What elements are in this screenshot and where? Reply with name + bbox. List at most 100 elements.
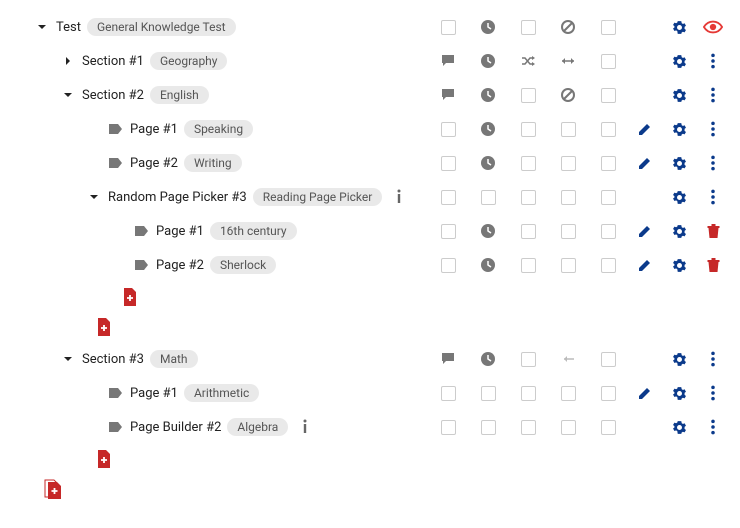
status-checkbox[interactable] <box>601 122 616 137</box>
status-checkbox[interactable] <box>601 224 616 239</box>
settings-button[interactable] <box>671 19 688 36</box>
settings-button[interactable] <box>671 351 688 368</box>
settings-button[interactable] <box>671 385 688 402</box>
double-arrow-icon[interactable] <box>559 55 577 67</box>
status-checkbox[interactable] <box>441 190 456 205</box>
node-chip[interactable]: General Knowledge Test <box>87 18 236 36</box>
shuffle-icon[interactable] <box>520 53 536 69</box>
edit-button[interactable] <box>637 223 653 239</box>
settings-button[interactable] <box>671 419 688 436</box>
status-checkbox[interactable] <box>521 122 536 137</box>
node-label[interactable]: Page #1 <box>156 224 204 239</box>
ban-icon[interactable] <box>560 87 576 103</box>
settings-button[interactable] <box>671 87 688 104</box>
status-checkbox[interactable] <box>561 258 576 273</box>
status-checkbox[interactable] <box>441 224 456 239</box>
node-label[interactable]: Page #1 <box>130 386 178 401</box>
status-checkbox[interactable] <box>521 352 536 367</box>
delete-button[interactable] <box>706 257 721 273</box>
left-arrow-icon[interactable] <box>559 353 577 365</box>
edit-button[interactable] <box>637 155 653 171</box>
status-checkbox[interactable] <box>521 20 536 35</box>
more-button[interactable] <box>706 87 720 103</box>
collapse-toggle[interactable] <box>60 90 76 100</box>
clock-icon[interactable] <box>480 53 496 69</box>
status-checkbox[interactable] <box>521 420 536 435</box>
node-chip[interactable]: Algebra <box>227 418 288 436</box>
status-checkbox[interactable] <box>521 190 536 205</box>
clock-icon[interactable] <box>480 155 496 171</box>
node-label[interactable]: Page #1 <box>130 122 178 137</box>
node-label[interactable]: Page #2 <box>130 156 178 171</box>
status-checkbox[interactable] <box>601 156 616 171</box>
more-button[interactable] <box>706 189 720 205</box>
status-checkbox[interactable] <box>561 386 576 401</box>
status-checkbox[interactable] <box>561 190 576 205</box>
settings-button[interactable] <box>671 189 688 206</box>
edit-button[interactable] <box>637 121 653 137</box>
more-button[interactable] <box>706 419 720 435</box>
node-chip[interactable]: Reading Page Picker <box>253 188 383 206</box>
node-chip[interactable]: English <box>150 86 209 104</box>
delete-button[interactable] <box>706 223 721 239</box>
status-checkbox[interactable] <box>521 258 536 273</box>
preview-button[interactable] <box>703 20 723 34</box>
settings-button[interactable] <box>671 155 688 172</box>
node-label[interactable]: Test <box>56 20 81 35</box>
status-checkbox[interactable] <box>601 54 616 69</box>
status-checkbox[interactable] <box>521 156 536 171</box>
settings-button[interactable] <box>671 53 688 70</box>
node-label[interactable]: Section #2 <box>82 88 144 103</box>
node-chip[interactable]: Geography <box>150 52 228 70</box>
status-checkbox[interactable] <box>441 156 456 171</box>
node-label[interactable]: Page #2 <box>156 258 204 273</box>
status-checkbox[interactable] <box>601 258 616 273</box>
node-chip[interactable]: Sherlock <box>210 256 276 274</box>
clock-icon[interactable] <box>480 351 496 367</box>
info-icon[interactable] <box>396 189 402 205</box>
clock-icon[interactable] <box>480 257 496 273</box>
chat-icon[interactable] <box>440 351 456 367</box>
node-chip[interactable]: Math <box>150 350 198 368</box>
more-button[interactable] <box>706 385 720 401</box>
status-checkbox[interactable] <box>441 420 456 435</box>
more-button[interactable] <box>706 351 720 367</box>
node-chip[interactable]: Arithmetic <box>184 384 259 402</box>
status-checkbox[interactable] <box>561 122 576 137</box>
collapse-toggle[interactable] <box>60 354 76 364</box>
status-checkbox[interactable] <box>481 420 496 435</box>
more-button[interactable] <box>706 53 720 69</box>
settings-button[interactable] <box>671 257 688 274</box>
status-checkbox[interactable] <box>561 156 576 171</box>
status-checkbox[interactable] <box>441 20 456 35</box>
expand-toggle[interactable] <box>60 56 76 66</box>
node-label[interactable]: Random Page Picker #3 <box>108 190 247 205</box>
status-checkbox[interactable] <box>601 190 616 205</box>
node-label[interactable]: Section #3 <box>82 352 144 367</box>
ban-icon[interactable] <box>560 19 576 35</box>
status-checkbox[interactable] <box>481 386 496 401</box>
node-chip[interactable]: Writing <box>184 154 242 172</box>
status-checkbox[interactable] <box>601 352 616 367</box>
more-button[interactable] <box>706 155 720 171</box>
edit-button[interactable] <box>637 257 653 273</box>
add-section-button[interactable] <box>44 479 62 499</box>
status-checkbox[interactable] <box>561 224 576 239</box>
collapse-toggle[interactable] <box>86 192 102 202</box>
node-chip[interactable]: 16th century <box>210 222 297 240</box>
status-checkbox[interactable] <box>601 420 616 435</box>
add-page-button[interactable] <box>122 288 138 306</box>
status-checkbox[interactable] <box>521 386 536 401</box>
settings-button[interactable] <box>671 121 688 138</box>
status-checkbox[interactable] <box>521 88 536 103</box>
status-checkbox[interactable] <box>441 258 456 273</box>
clock-icon[interactable] <box>480 19 496 35</box>
add-page-button[interactable] <box>96 450 112 468</box>
more-button[interactable] <box>706 121 720 137</box>
status-checkbox[interactable] <box>601 88 616 103</box>
clock-icon[interactable] <box>480 121 496 137</box>
collapse-toggle[interactable] <box>34 22 50 32</box>
status-checkbox[interactable] <box>441 386 456 401</box>
clock-icon[interactable] <box>480 223 496 239</box>
add-page-button[interactable] <box>96 318 112 336</box>
